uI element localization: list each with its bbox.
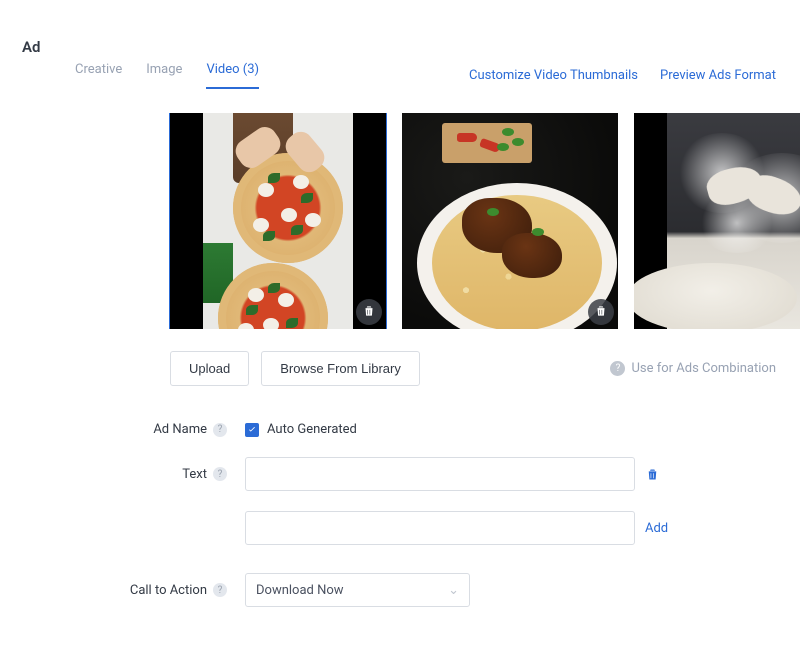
tabs-row: Creative Image Video (3) Customize Video… (75, 62, 800, 89)
video-thumbnail[interactable] (402, 113, 618, 329)
thumbnail-image (402, 113, 618, 329)
thumbnail-image (203, 113, 353, 329)
cta-select[interactable]: Download Now ⌄ (245, 573, 470, 607)
auto-generated-label: Auto Generated (267, 422, 357, 437)
cta-selected-value: Download Now (256, 583, 344, 598)
add-text-link[interactable]: Add (645, 521, 668, 536)
ad-form: Ad Name ? Auto Generated Text ? (75, 422, 800, 607)
thumbnail-image (667, 113, 800, 329)
check-icon (247, 425, 257, 435)
text-row-2: Add (75, 511, 776, 545)
delete-thumbnail-button[interactable] (588, 299, 614, 325)
tab-creative[interactable]: Creative (75, 62, 122, 89)
header-links: Customize Video Thumbnails Preview Ads F… (469, 68, 776, 83)
video-thumbnail[interactable] (170, 113, 386, 329)
cta-row: Call to Action ? Download Now ⌄ (75, 573, 776, 607)
text-input-1[interactable] (245, 457, 635, 491)
delete-text-button[interactable] (645, 467, 660, 482)
tabs: Creative Image Video (3) (75, 62, 259, 89)
trash-icon (594, 303, 608, 322)
help-icon[interactable]: ? (213, 423, 227, 437)
chevron-down-icon: ⌄ (448, 583, 459, 598)
use-for-ads-combination: ? Use for Ads Combination (610, 361, 776, 376)
text-input-2[interactable] (245, 511, 635, 545)
tab-video[interactable]: Video (3) (206, 62, 259, 89)
browse-library-button[interactable]: Browse From Library (261, 351, 420, 386)
combination-label: Use for Ads Combination (631, 361, 776, 376)
ad-name-row: Ad Name ? Auto Generated (75, 422, 776, 437)
ad-name-label: Ad Name (153, 422, 207, 437)
help-icon[interactable]: ? (213, 583, 227, 597)
info-icon: ? (610, 361, 625, 376)
tab-image[interactable]: Image (146, 62, 182, 89)
customize-thumbnails-link[interactable]: Customize Video Thumbnails (469, 68, 638, 83)
text-row-1: Text ? (75, 457, 776, 491)
video-thumbnails (75, 113, 800, 329)
preview-ads-link[interactable]: Preview Ads Format (660, 68, 776, 83)
upload-button[interactable]: Upload (170, 351, 249, 386)
cta-label: Call to Action (130, 583, 207, 598)
auto-generated-checkbox[interactable] (245, 423, 259, 437)
page-title: Ad (0, 0, 800, 56)
help-icon[interactable]: ? (213, 467, 227, 481)
trash-icon (362, 303, 376, 322)
video-thumbnail[interactable] (634, 113, 800, 329)
text-label: Text (182, 467, 207, 482)
delete-thumbnail-button[interactable] (356, 299, 382, 325)
trash-icon (645, 467, 660, 482)
thumbnail-actions: Upload Browse From Library ? Use for Ads… (75, 351, 800, 386)
